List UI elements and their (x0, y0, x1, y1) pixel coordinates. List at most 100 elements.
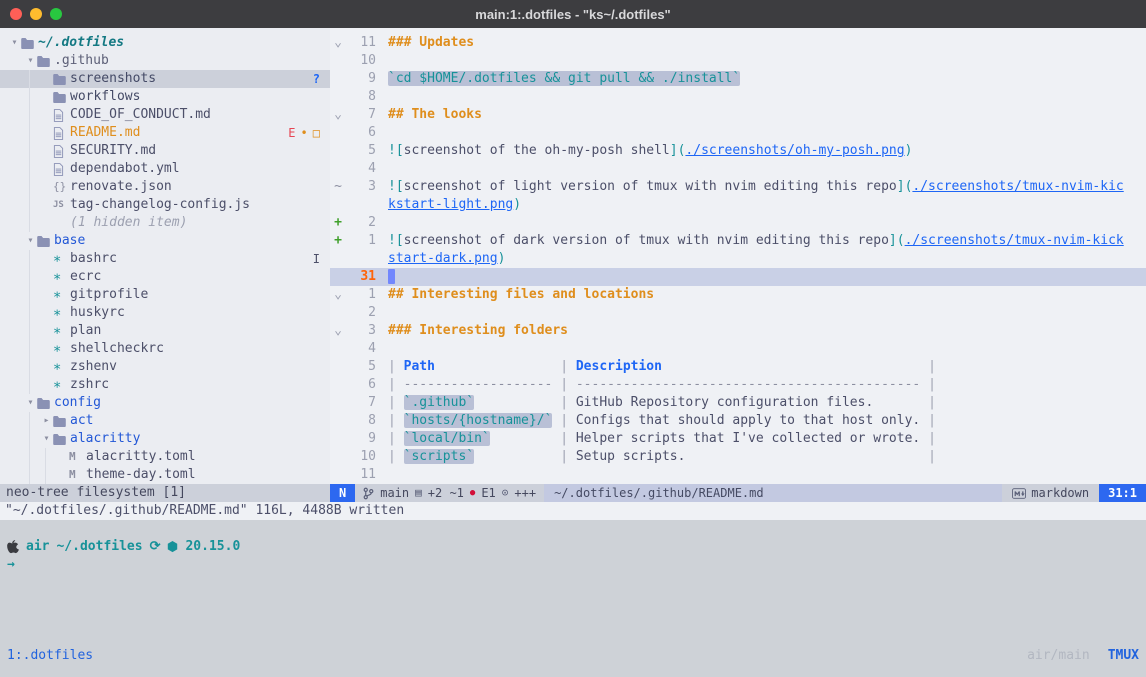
tree-item-base[interactable]: ▾base (0, 232, 330, 250)
tree-item-bashrc[interactable]: ∗bashrcI (0, 250, 330, 268)
tree-item-readme-md[interactable]: README.mdE•□ (0, 124, 330, 142)
doc-icon (53, 109, 70, 122)
diagnostic-count: E1 (481, 484, 495, 502)
tree-item-zshrc[interactable]: ∗zshrc (0, 376, 330, 394)
editor-line[interactable]: ⌄1## Interesting files and locations (330, 286, 1146, 304)
text-segment (474, 395, 560, 410)
editor-line[interactable]: ⌄7## The looks (330, 106, 1146, 124)
shell-input-line[interactable]: → (0, 556, 1146, 574)
tree-item-plan[interactable]: ∗plan (0, 322, 330, 340)
tree-item-theme-day-toml[interactable]: Mtheme-day.toml (0, 466, 330, 484)
editor-line[interactable]: ~3![screenshot of light version of tmux … (330, 178, 1146, 214)
branch-name: main (380, 484, 409, 502)
tree-item-dotfiles[interactable]: ▾~/.dotfiles (0, 34, 330, 52)
fold-marker-icon: ⌄ (330, 106, 346, 124)
line-number: 3 (346, 322, 388, 340)
tree-indent (8, 304, 40, 322)
tree-item-alacritty[interactable]: ▾alacritty (0, 430, 330, 448)
tmux-right-status: air/main TMUX (1027, 647, 1139, 665)
fold-marker-icon: ⌄ (330, 322, 346, 340)
line-number: 5 (346, 358, 388, 376)
buffer-icon: ▤ (415, 484, 422, 502)
tree-item-github[interactable]: ▾.github (0, 52, 330, 70)
neo-tree-panel[interactable]: ▾~/.dotfiles▾.githubscreenshots?workflow… (0, 28, 330, 484)
editor-pane[interactable]: ⌄11### Updates109`cd $HOME/.dotfiles && … (330, 28, 1146, 484)
editor-line[interactable]: 8 (330, 88, 1146, 106)
tree-item-dependabot-yml[interactable]: dependabot.yml (0, 160, 330, 178)
editor-line[interactable]: +2 (330, 214, 1146, 232)
tree-item-label: act (70, 412, 93, 430)
text-segment: Path (404, 359, 435, 374)
sign-spacer (330, 124, 346, 142)
tree-item-gitprofile[interactable]: ∗gitprofile (0, 286, 330, 304)
close-button[interactable] (10, 8, 22, 20)
sync-icon: ⟳ (150, 538, 161, 556)
tree-item-huskyrc[interactable]: ∗huskyrc (0, 304, 330, 322)
git-diff-stats: +2 ~1 (428, 484, 464, 502)
line-number: 7 (346, 106, 388, 124)
status-badge: E (288, 124, 295, 142)
editor-line[interactable]: 11 (330, 466, 1146, 484)
titlebar[interactable]: main:1:.dotfiles - "ks~/.dotfiles" (0, 0, 1146, 28)
tree-item-zshenv[interactable]: ∗zshenv (0, 358, 330, 376)
folder-icon (53, 416, 70, 427)
editor-line[interactable]: 5| Path | Description | (330, 358, 1146, 376)
line-number: 11 (346, 34, 388, 52)
editor-line[interactable]: 4 (330, 340, 1146, 358)
editor-line[interactable]: 31 (330, 268, 1146, 286)
js-icon: JS (53, 196, 70, 214)
tree-item-alacritty-toml[interactable]: Malacritty.toml (0, 448, 330, 466)
editor-line[interactable]: +1![screenshot of dark version of tmux w… (330, 232, 1146, 268)
editor-line[interactable]: 7| `.github` | GitHub Repository configu… (330, 394, 1146, 412)
fullscreen-button[interactable] (50, 8, 62, 20)
tree-indent (8, 430, 40, 448)
editor-line[interactable]: 2 (330, 304, 1146, 322)
sign-spacer (330, 412, 346, 430)
tree-indent (8, 124, 40, 142)
tree-item-label: theme-day.toml (86, 466, 196, 484)
tree-item-tag-changelog-config-js[interactable]: JStag-changelog-config.js (0, 196, 330, 214)
tree-item-security-md[interactable]: SECURITY.md (0, 142, 330, 160)
tree-item-1-hidden-item[interactable]: (1 hidden item) (0, 214, 330, 232)
tree-item-label: config (54, 394, 101, 412)
text-segment: GitHub Repository configuration files. (576, 395, 873, 410)
editor-line[interactable]: 6| ------------------- | ---------------… (330, 376, 1146, 394)
text-segment: ## The looks (388, 107, 482, 122)
tree-item-renovate-json[interactable]: {}renovate.json (0, 178, 330, 196)
text-segment: Description (576, 359, 662, 374)
nvim-area: ▾~/.dotfiles▾.githubscreenshots?workflow… (0, 28, 1146, 484)
chevron-down-icon: ▾ (24, 394, 37, 412)
whitespace-icon: ⊙ (502, 484, 509, 502)
editor-line[interactable]: ⌄3### Interesting folders (330, 322, 1146, 340)
tree-item-shellcheckrc[interactable]: ∗shellcheckrc (0, 340, 330, 358)
editor-line[interactable]: 10| `scripts` | Setup scripts. | (330, 448, 1146, 466)
text-segment: ]( (889, 233, 905, 248)
text-segment: | (560, 431, 576, 446)
editor-line[interactable]: 9| `local/bin` | Helper scripts that I'v… (330, 430, 1146, 448)
tree-item-ecrc[interactable]: ∗ecrc (0, 268, 330, 286)
shell-pane[interactable]: air ~/.dotfiles ⟳ 20.15.0 → 1:.dotfiles … (0, 520, 1146, 677)
doc-icon (53, 145, 70, 158)
text-segment: `hosts/{hostname}/` (404, 413, 553, 428)
editor-line[interactable]: 4 (330, 160, 1146, 178)
tree-item-workflows[interactable]: workflows (0, 88, 330, 106)
tree-item-label: workflows (70, 88, 140, 106)
tree-item-screenshots[interactable]: screenshots? (0, 70, 330, 88)
text-segment: | (928, 413, 936, 428)
minimize-button[interactable] (30, 8, 42, 20)
fold-marker-icon: ⌄ (330, 34, 346, 52)
editor-line[interactable]: 10 (330, 52, 1146, 70)
editor-line[interactable]: 6 (330, 124, 1146, 142)
editor-line[interactable]: ⌄11### Updates (330, 34, 1146, 52)
tree-item-act[interactable]: ▸act (0, 412, 330, 430)
editor-line[interactable]: 5![screenshot of the oh-my-posh shell](.… (330, 142, 1146, 160)
tree-item-config[interactable]: ▾ config (0, 394, 330, 412)
terminal-content: ▾~/.dotfiles▾.githubscreenshots?workflow… (0, 28, 1146, 677)
tmux-window-label[interactable]: 1:.dotfiles (7, 647, 93, 665)
editor-line[interactable]: 9`cd $HOME/.dotfiles && git pull && ./in… (330, 70, 1146, 88)
tree-item-code-of-conduct-md[interactable]: CODE_OF_CONDUCT.md (0, 106, 330, 124)
gutter: ⌄1 (330, 286, 388, 304)
editor-line[interactable]: 8| `hosts/{hostname}/` | Configs that sh… (330, 412, 1146, 430)
tree-item-label: ~/.dotfiles (38, 34, 124, 52)
apple-icon (7, 540, 19, 554)
